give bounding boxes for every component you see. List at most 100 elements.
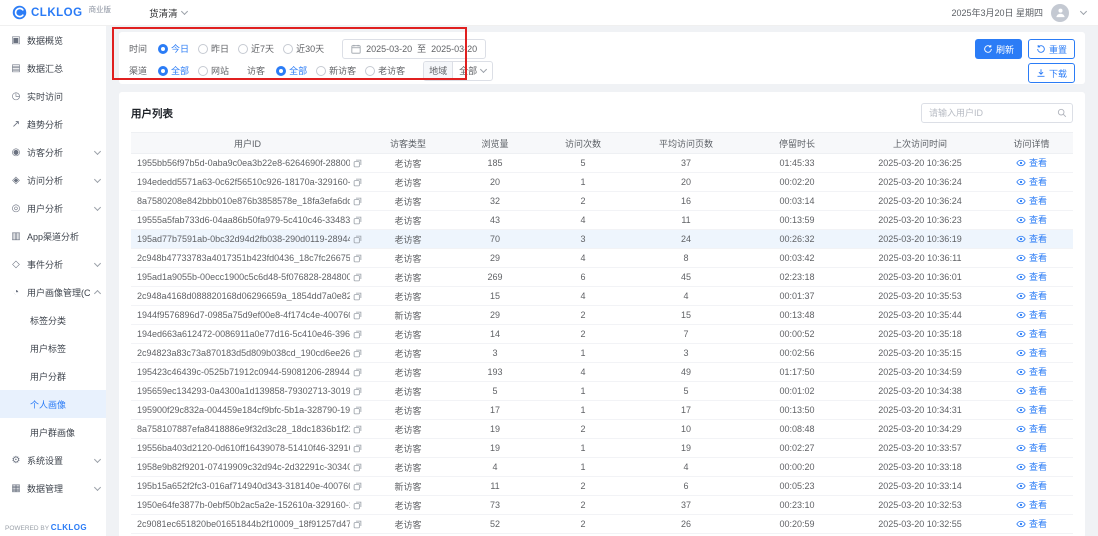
stay-duration: 00:00:20 bbox=[744, 457, 850, 477]
radio-visitor-all[interactable]: 全部 bbox=[276, 64, 307, 77]
copy-icon[interactable] bbox=[353, 273, 362, 282]
view-detail-link[interactable]: 查看 bbox=[1016, 175, 1047, 188]
copy-icon[interactable] bbox=[353, 216, 362, 225]
sidebar-item-trend-analysis[interactable]: ↗ 趋势分析 bbox=[0, 110, 106, 138]
last-visit-time: 2025-03-20 10:35:18 bbox=[850, 324, 990, 344]
view-detail-link[interactable]: 查看 bbox=[1016, 365, 1047, 378]
radio-channel-all[interactable]: 全部 bbox=[158, 64, 189, 77]
radio-visitor-new[interactable]: 新访客 bbox=[316, 64, 356, 77]
visit-count: 3 bbox=[538, 229, 628, 249]
sidebar-item-event-analysis[interactable]: ◇ 事件分析 bbox=[0, 250, 106, 278]
sidebar-item-system-settings[interactable]: ⚙ 系统设置 bbox=[0, 446, 106, 474]
last-visit-time: 2025-03-20 10:35:44 bbox=[850, 305, 990, 325]
sidebar-item-realtime-visit[interactable]: ◷ 实时访问 bbox=[0, 82, 106, 110]
view-detail-link[interactable]: 查看 bbox=[1016, 270, 1047, 283]
copy-icon[interactable] bbox=[353, 406, 362, 415]
copy-icon[interactable] bbox=[353, 501, 362, 510]
radio-time-yesterday[interactable]: 昨日 bbox=[198, 42, 229, 55]
sidebar-item-user-analysis[interactable]: ◎ 用户分析 bbox=[0, 194, 106, 222]
radio-time-today[interactable]: 今日 bbox=[158, 42, 189, 55]
copy-icon[interactable] bbox=[353, 520, 362, 529]
copy-icon[interactable] bbox=[353, 292, 362, 301]
view-detail-link[interactable]: 查看 bbox=[1016, 156, 1047, 169]
view-detail-link[interactable]: 查看 bbox=[1016, 479, 1047, 492]
view-detail-link[interactable]: 查看 bbox=[1016, 460, 1047, 473]
sidebar-item-user-tags[interactable]: 用户标签 bbox=[0, 334, 106, 362]
view-detail-link[interactable]: 查看 bbox=[1016, 327, 1047, 340]
copy-icon[interactable] bbox=[353, 425, 362, 434]
region-select[interactable]: 地域 全部 bbox=[423, 60, 494, 81]
table-row: 194ed663a612472-0086911a0e77d16-5c410e46… bbox=[131, 324, 1073, 344]
search-input[interactable] bbox=[921, 103, 1073, 123]
user-id: 1944f9576896d7-0985a75d9ef00e8-4f174c4e-… bbox=[137, 310, 350, 320]
copy-icon[interactable] bbox=[353, 368, 362, 377]
reset-button[interactable]: 重置 bbox=[1027, 39, 1075, 59]
view-detail-link[interactable]: 查看 bbox=[1016, 498, 1047, 511]
radio-dot bbox=[158, 65, 169, 76]
view-detail-link[interactable]: 查看 bbox=[1016, 232, 1047, 245]
sidebar-item-visitor-analysis[interactable]: ◉ 访客分析 bbox=[0, 138, 106, 166]
sidebar-item-label: 访客分析 bbox=[27, 147, 64, 158]
user-id: 2c9081ec651820be01651844b2f10009_18f9125… bbox=[137, 519, 350, 529]
copy-icon[interactable] bbox=[353, 349, 362, 358]
sidebar-item-visit-analysis[interactable]: ◈ 访问分析 bbox=[0, 166, 106, 194]
view-detail-link[interactable]: 查看 bbox=[1016, 308, 1047, 321]
sidebar-item-app-channel-analysis[interactable]: ▥ App渠道分析 bbox=[0, 222, 106, 250]
copy-icon[interactable] bbox=[353, 387, 362, 396]
filter-panel: 时间 今日 昨日 近7天 近30天 2025-03-20 至 2025-03-2… bbox=[119, 32, 1085, 84]
copy-icon[interactable] bbox=[353, 254, 362, 263]
view-detail-link[interactable]: 查看 bbox=[1016, 422, 1047, 435]
sidebar-item-data-overview[interactable]: ▣ 数据概览 bbox=[0, 26, 106, 54]
copy-icon[interactable] bbox=[353, 197, 362, 206]
search-icon[interactable] bbox=[1057, 108, 1067, 118]
avatar[interactable] bbox=[1051, 3, 1069, 22]
copy-icon[interactable] bbox=[353, 444, 362, 453]
sidebar-item-user-segments[interactable]: 用户分群 bbox=[0, 362, 106, 390]
page-views: 14 bbox=[452, 324, 538, 344]
view-detail-link[interactable]: 查看 bbox=[1016, 194, 1047, 207]
logo[interactable]: CLKLOG 商业版 bbox=[12, 5, 111, 20]
last-visit-time: 2025-03-20 10:34:29 bbox=[850, 419, 990, 439]
user-id: 195ad77b7591ab-0bc32d94d2fb038-290d0119-… bbox=[137, 234, 350, 244]
copy-icon[interactable] bbox=[353, 330, 362, 339]
sidebar-item-personal-profile[interactable]: 个人画像 bbox=[0, 390, 106, 418]
copy-icon[interactable] bbox=[353, 482, 362, 491]
sidebar-item-cdp-management[interactable]: ◔ 用户画像管理(CDP) bbox=[0, 278, 106, 306]
view-detail-link[interactable]: 查看 bbox=[1016, 213, 1047, 226]
project-selector[interactable]: 货清清 bbox=[149, 6, 188, 20]
copy-icon[interactable] bbox=[353, 311, 362, 320]
view-detail-link[interactable]: 查看 bbox=[1016, 517, 1047, 530]
copy-icon[interactable] bbox=[353, 178, 362, 187]
view-detail-link[interactable]: 查看 bbox=[1016, 441, 1047, 454]
date-range-picker[interactable]: 2025-03-20 至 2025-03-20 bbox=[342, 38, 487, 59]
visit-count: 4 bbox=[538, 286, 628, 306]
radio-time-last30days[interactable]: 近30天 bbox=[283, 42, 324, 55]
table-row: 19556ba403d2120-0d610ff16439078-51410f46… bbox=[131, 438, 1073, 458]
view-detail-link[interactable]: 查看 bbox=[1016, 289, 1047, 302]
radio-time-last7days[interactable]: 近7天 bbox=[238, 42, 274, 55]
copy-icon[interactable] bbox=[353, 159, 362, 168]
refresh-button[interactable]: 刷新 bbox=[974, 39, 1022, 59]
table-row: 1958e9b82f9201-07419909c32d94c-2d32291c-… bbox=[131, 457, 1073, 477]
view-detail-link[interactable]: 查看 bbox=[1016, 403, 1047, 416]
sidebar-item-group-profile[interactable]: 用户群画像 bbox=[0, 418, 106, 446]
download-button[interactable]: 下载 bbox=[1027, 63, 1075, 83]
view-detail-link[interactable]: 查看 bbox=[1016, 384, 1047, 397]
view-detail-link[interactable]: 查看 bbox=[1016, 346, 1047, 359]
copy-icon[interactable] bbox=[353, 235, 362, 244]
last-visit-time: 2025-03-20 10:33:14 bbox=[850, 476, 990, 496]
sidebar-item-data-summary[interactable]: ▤ 数据汇总 bbox=[0, 54, 106, 82]
sidebar-item-label: 用户群画像 bbox=[30, 427, 76, 438]
radio-visitor-old[interactable]: 老访客 bbox=[365, 64, 405, 77]
radio-channel-website[interactable]: 网站 bbox=[198, 64, 229, 77]
view-detail-link[interactable]: 查看 bbox=[1016, 251, 1047, 264]
copy-icon[interactable] bbox=[353, 463, 362, 472]
radio-dot bbox=[283, 43, 294, 54]
sidebar-item-data-management[interactable]: ▦ 数据管理 bbox=[0, 474, 106, 502]
user-id: 195659ec134293-0a4300a1d139858-79302713-… bbox=[137, 386, 350, 396]
sidebar-item-tag-category[interactable]: 标签分类 bbox=[0, 306, 106, 334]
chevron-down-icon[interactable] bbox=[1079, 7, 1088, 16]
avg-pages-per-visit: 26 bbox=[628, 514, 744, 534]
eye-icon bbox=[1016, 482, 1026, 489]
column-header: 用户ID bbox=[131, 132, 364, 154]
